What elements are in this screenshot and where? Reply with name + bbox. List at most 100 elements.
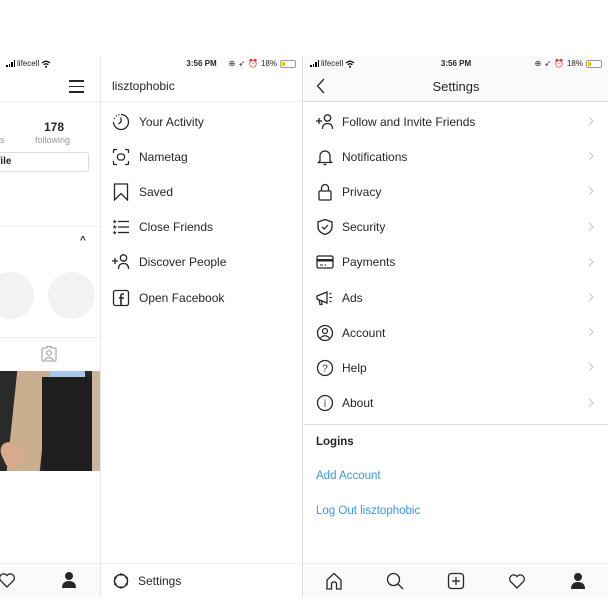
tagged-photos-icon[interactable]	[40, 345, 58, 368]
heart-icon[interactable]	[0, 572, 16, 593]
carrier-name: lifecell	[17, 59, 40, 68]
battery-icon	[280, 59, 296, 68]
bookmark-icon	[111, 182, 131, 202]
settings-item-label: Help	[342, 360, 367, 375]
back-chevron-icon[interactable]	[316, 78, 326, 97]
profile-icon[interactable]	[566, 569, 590, 593]
svg-text:i: i	[324, 399, 327, 410]
add-person-icon	[111, 252, 131, 272]
menu-item-label: Your Activity	[139, 114, 204, 129]
location-icon: ➶	[238, 59, 246, 68]
settings-item-label: About	[342, 396, 374, 411]
chevron-right-icon	[588, 291, 594, 305]
account-circle-icon	[315, 323, 335, 343]
settings-item-help[interactable]: ? Help	[304, 350, 608, 385]
lock-rotation-icon: ⊕	[228, 59, 236, 68]
hamburger-menu-icon[interactable]	[69, 80, 84, 97]
menu-item-label: Discover People	[139, 255, 227, 270]
facebook-icon	[111, 288, 131, 308]
settings-header: Settings	[304, 71, 608, 102]
battery-icon	[586, 59, 602, 68]
settings-item-follow-invite[interactable]: Follow and Invite Friends	[304, 104, 608, 139]
alarm-icon: ⏰	[554, 59, 564, 68]
settings-item-about[interactable]: i About	[304, 386, 608, 421]
menu-item-your-activity[interactable]: Your Activity	[101, 104, 302, 139]
discover-people-section: ^	[0, 226, 100, 336]
side-menu: 3:56 PM ⊕ ➶ ⏰ 18% lisztophobic Your Acti…	[101, 56, 303, 597]
menu-item-saved[interactable]: Saved	[101, 174, 302, 209]
suggestion-placeholder	[0, 272, 34, 319]
settings-gear-icon	[111, 571, 131, 591]
settings-item-label: Payments	[342, 255, 396, 270]
info-circle-icon: i	[315, 393, 335, 413]
settings-item-label: Notifications	[342, 149, 408, 164]
close-friends-list-icon: ★ ★ ★	[111, 217, 131, 237]
megaphone-icon	[315, 288, 335, 308]
settings-item-security[interactable]: Security	[304, 210, 608, 245]
settings-item-label: Account	[342, 325, 386, 340]
chevron-right-icon	[588, 361, 594, 375]
status-bar: 3:56 PM ⊕ ➶ ⏰ 18%	[101, 56, 302, 71]
status-right: ⊕ ➶ ⏰ 18%	[229, 59, 296, 68]
activity-clock-icon	[111, 112, 131, 132]
bottom-tab-bar-partial	[0, 563, 100, 597]
chevron-right-icon	[588, 150, 594, 164]
nametag-icon	[111, 147, 131, 167]
edit-profile-button[interactable]: file	[0, 152, 89, 172]
menu-item-label: Open Facebook	[139, 290, 225, 305]
chevron-right-icon	[588, 221, 594, 235]
battery-percent: 18%	[566, 59, 583, 68]
settings-item-label: Follow and Invite Friends	[342, 114, 476, 129]
collapse-caret-icon[interactable]: ^	[80, 235, 86, 246]
following-count[interactable]: 178	[44, 120, 64, 134]
menu-item-close-friends[interactable]: ★ ★ ★ Close Friends	[101, 210, 302, 245]
menu-item-open-facebook[interactable]: Open Facebook	[101, 280, 302, 315]
lock-icon	[315, 182, 335, 202]
profile-tabs	[0, 337, 100, 371]
battery-percent: 18%	[260, 59, 277, 68]
log-out-link[interactable]: Log Out lisztophobic	[304, 494, 608, 529]
post-thumbnail[interactable]	[0, 371, 100, 471]
settings-item-ads[interactable]: Ads	[304, 280, 608, 315]
settings-item-notifications[interactable]: Notifications	[304, 139, 608, 174]
logins-section-title: Logins	[316, 435, 354, 448]
profile-header	[0, 71, 100, 102]
signal-icon	[6, 60, 15, 67]
alarm-icon: ⏰	[248, 59, 258, 68]
heart-icon[interactable]	[505, 569, 529, 593]
status-right: ⊕ ➶ ⏰ 18%	[535, 59, 602, 68]
settings-menu-button[interactable]: Settings	[101, 563, 302, 597]
status-bar: lifecell 3:56 PM ⊕ ➶ ⏰ 18%	[304, 56, 608, 71]
settings-item-account[interactable]: Account	[304, 315, 608, 350]
settings-menu-label: Settings	[138, 573, 182, 588]
menu-item-nametag[interactable]: Nametag	[101, 139, 302, 174]
add-account-link[interactable]: Add Account	[304, 459, 608, 494]
svg-text:★: ★	[112, 230, 117, 237]
home-icon[interactable]	[322, 569, 346, 593]
help-circle-icon: ?	[315, 358, 335, 378]
search-icon[interactable]	[383, 569, 407, 593]
settings-screen: lifecell 3:56 PM ⊕ ➶ ⏰ 18% Settings Foll…	[304, 56, 608, 597]
settings-item-privacy[interactable]: Privacy	[304, 174, 608, 209]
settings-item-payments[interactable]: Payments	[304, 245, 608, 280]
settings-item-label: Ads	[342, 290, 363, 305]
settings-item-label: Security	[342, 220, 386, 235]
add-person-icon	[315, 112, 335, 132]
chevron-right-icon	[588, 326, 594, 340]
menu-username: lisztophobic	[101, 71, 302, 102]
following-label[interactable]: following	[35, 135, 70, 145]
menu-item-discover-people[interactable]: Discover People	[101, 245, 302, 280]
profile-icon[interactable]	[61, 571, 77, 594]
menu-item-label: Nametag	[139, 149, 188, 164]
new-post-icon[interactable]	[444, 569, 468, 593]
location-icon: ➶	[544, 59, 552, 68]
chevron-right-icon	[588, 397, 594, 411]
page-title: Settings	[432, 78, 480, 94]
status-bar: lifecell	[0, 56, 100, 71]
chevron-right-icon	[588, 256, 594, 270]
carrier: lifecell	[6, 59, 51, 68]
chevron-right-icon	[588, 115, 594, 129]
bottom-tab-bar	[304, 563, 608, 597]
followers-label-partial: s	[0, 135, 5, 145]
chevron-right-icon	[588, 185, 594, 199]
